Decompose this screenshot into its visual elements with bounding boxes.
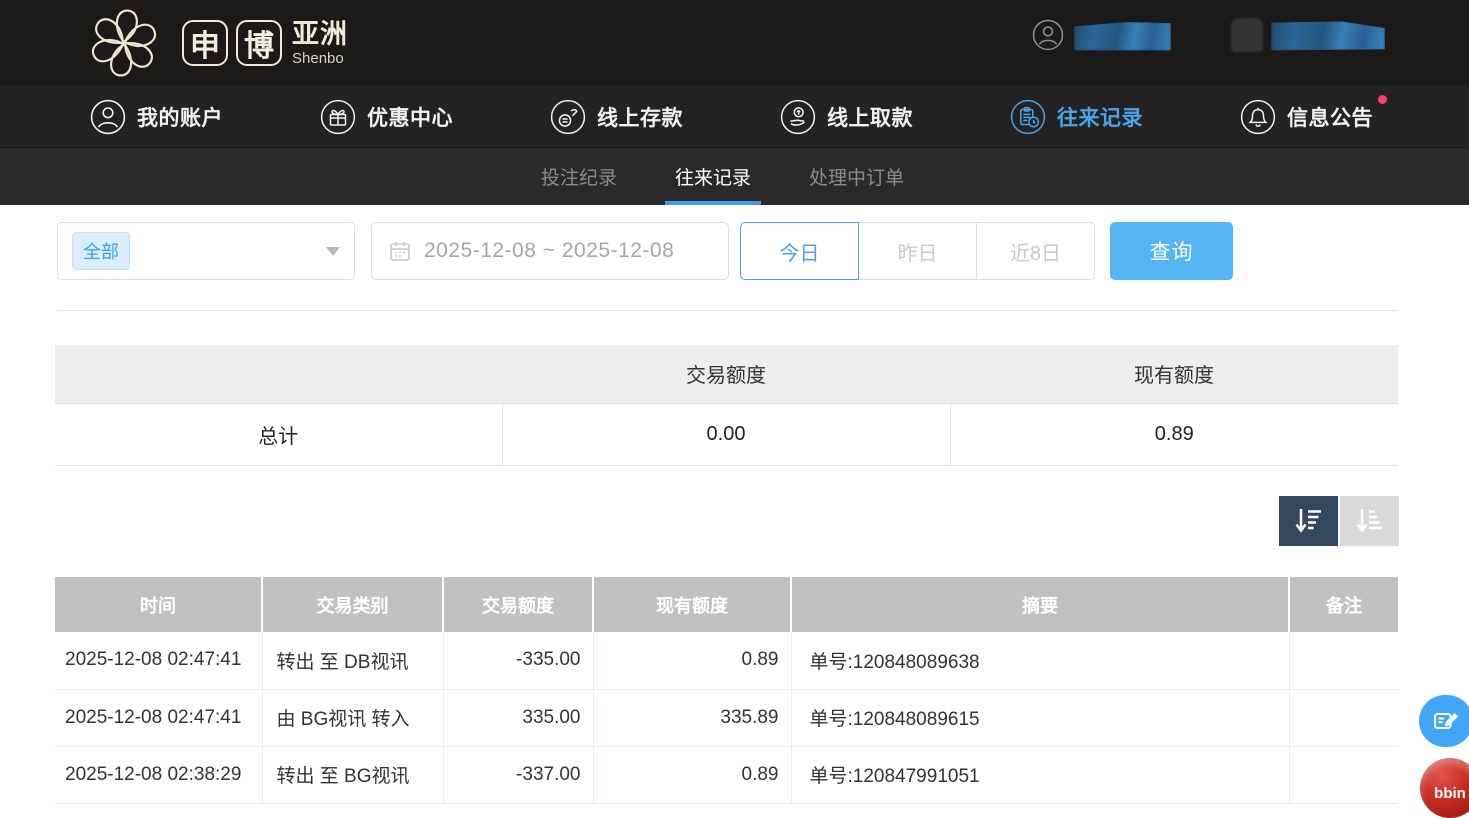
nav-label: 线上取款 [827,102,913,132]
tab-betting-records[interactable]: 投注纪录 [537,148,621,206]
cell-summary: 单号:120848089638 [791,632,1289,689]
gift-icon [320,99,356,135]
cell-type: 转出 至 BG视讯 [262,746,443,803]
cell-time: 2025-12-08 02:47:41 [55,689,262,746]
cell-time: 2025-12-08 02:47:41 [55,632,262,689]
cell-balance: 0.89 [593,632,791,689]
nav-item-withdraw[interactable]: 线上取款 [780,99,913,135]
user-icon [90,99,126,135]
summary-header-amount: 交易额度 [502,345,950,403]
category-tag[interactable]: 全部 [72,232,130,270]
filter-bar: 全部 2025-12-08 ~ 2025-12-08 今日 昨日 近8日 查询 [0,205,1469,310]
records-table: 时间 交易类别 交易额度 现有额度 摘要 备注 2025-12-08 02:47… [55,577,1398,804]
tab-pending-orders[interactable]: 处理中订单 [805,148,908,206]
compose-icon [1430,706,1462,736]
brand-region: 亚洲 [292,21,348,48]
col-summary: 摘要 [791,577,1289,632]
date-range-value: 2025-12-08 ~ 2025-12-08 [424,239,674,263]
divider [57,310,1398,311]
table-row: 2025-12-08 02:47:41 由 BG视讯 转入 335.00 335… [55,689,1398,746]
cell-balance: 0.89 [593,746,791,803]
col-time: 时间 [55,577,262,632]
chevron-down-icon [326,247,340,256]
records-header-row: 时间 交易类别 交易额度 现有额度 摘要 备注 [55,577,1398,632]
sort-ascending-icon [1353,505,1387,537]
nav-item-promotions[interactable]: 优惠中心 [320,99,453,135]
cell-summary: 单号:120847991051 [791,746,1289,803]
sub-tabs: 投注纪录 往来记录 处理中订单 [0,147,1469,205]
sort-ascending-button[interactable] [1340,496,1399,546]
flower-logo-icon [86,5,162,81]
nav-label: 往来记录 [1057,102,1143,132]
cell-note [1289,632,1398,689]
brand-subtitle: Shenbo [292,51,348,66]
cell-amount: -335.00 [443,632,593,689]
nav-label: 线上存款 [597,102,683,132]
redacted-username [1074,20,1171,51]
main-nav: 我的账户 优惠中心 线上存款 线上取款 [0,86,1469,147]
summary-total-row: 总计 0.00 0.89 [55,403,1398,465]
logo-char-bo: 博 [236,20,282,66]
notification-dot [1378,95,1387,104]
deposit-icon [550,99,586,135]
col-amount: 交易额度 [443,577,593,632]
logo-char-shen: 申 [182,20,228,66]
category-select[interactable]: 全部 [57,222,355,280]
cell-balance: 335.89 [593,689,791,746]
avatar-icon[interactable] [1032,19,1064,51]
withdraw-icon [780,99,816,135]
promo-badge-label: bbin [1420,785,1469,802]
table-row: 2025-12-08 02:47:41 转出 至 DB视讯 -335.00 0.… [55,632,1398,689]
cell-note [1289,689,1398,746]
cell-type: 由 BG视讯 转入 [262,689,443,746]
col-note: 备注 [1289,577,1398,632]
summary-total-amount: 0.00 [502,403,950,465]
brand-logo[interactable]: 申 博 亚洲 Shenbo [86,5,348,81]
cell-amount: -337.00 [443,746,593,803]
today-button[interactable]: 今日 [740,222,859,280]
col-type: 交易类别 [262,577,443,632]
cell-summary: 单号:120848089615 [791,689,1289,746]
cell-note [1289,746,1398,803]
query-button[interactable]: 查询 [1110,222,1233,280]
summary-header-empty [55,345,502,403]
tab-transaction-records[interactable]: 往来记录 [671,148,755,206]
table-row: 2025-12-08 02:38:29 转出 至 BG视讯 -337.00 0.… [55,746,1398,803]
summary-table: 交易额度 现有额度 总计 0.00 0.89 [55,345,1398,466]
feedback-float-button[interactable] [1419,695,1469,747]
sort-descending-icon [1292,505,1326,537]
user-area [1032,16,1385,54]
yesterday-button[interactable]: 昨日 [858,222,977,280]
top-header: 申 博 亚洲 Shenbo [0,0,1469,86]
bell-icon [1240,99,1276,135]
sort-controls [1279,496,1399,546]
nav-label: 我的账户 [137,102,223,132]
nav-item-my-account[interactable]: 我的账户 [90,99,223,135]
quick-date-buttons: 今日 昨日 近8日 [740,222,1095,280]
records-icon [1010,99,1046,135]
col-balance: 现有额度 [593,577,791,632]
last-8-days-button[interactable]: 近8日 [976,222,1095,280]
nav-label: 信息公告 [1287,102,1373,132]
date-range-picker[interactable]: 2025-12-08 ~ 2025-12-08 [371,222,729,280]
sort-descending-button[interactable] [1279,496,1338,546]
cell-type: 转出 至 DB视讯 [262,632,443,689]
nav-label: 优惠中心 [367,102,453,132]
summary-header-balance: 现有额度 [950,345,1398,403]
promo-float-button[interactable]: bbin [1420,758,1469,818]
wallet-icon [1231,18,1263,52]
nav-item-announcements[interactable]: 信息公告 [1240,99,1373,135]
nav-item-deposit[interactable]: 线上存款 [550,99,683,135]
calendar-icon [388,239,412,263]
nav-item-records[interactable]: 往来记录 [1010,99,1143,135]
summary-total-label: 总计 [55,403,502,465]
cell-time: 2025-12-08 02:38:29 [55,746,262,803]
summary-total-balance: 0.89 [950,403,1398,465]
redacted-balance [1271,20,1385,51]
cell-amount: 335.00 [443,689,593,746]
